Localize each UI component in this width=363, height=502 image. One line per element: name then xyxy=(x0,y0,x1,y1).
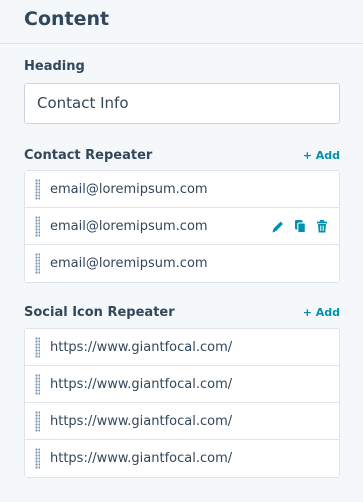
list-item-text: https://www.giantfocal.com/ xyxy=(50,451,233,466)
list-item-text: email@loremipsum.com xyxy=(50,182,208,197)
list-item[interactable]: https://www.giantfocal.com/ xyxy=(25,440,339,477)
list-item[interactable]: email@loremipsum.com xyxy=(25,245,339,282)
list-item[interactable]: https://www.giantfocal.com/ xyxy=(25,329,339,366)
list-item[interactable]: https://www.giantfocal.com/ xyxy=(25,366,339,403)
list-item-text: https://www.giantfocal.com/ xyxy=(50,414,233,429)
contact-repeater-list: email@loremipsum.com email@loremipsum.co… xyxy=(24,170,340,283)
social-repeater-list: https://www.giantfocal.com/ https://www.… xyxy=(24,328,340,478)
list-item-text: email@loremipsum.com xyxy=(50,256,208,271)
contact-repeater-label: Contact Repeater xyxy=(24,148,153,163)
social-repeater-label: Social Icon Repeater xyxy=(24,305,175,320)
pencil-icon[interactable] xyxy=(271,219,285,234)
list-item[interactable]: email@loremipsum.com xyxy=(25,208,339,245)
panel-header: Content xyxy=(0,0,363,44)
list-item-text: https://www.giantfocal.com/ xyxy=(50,377,233,392)
drag-handle-icon[interactable] xyxy=(35,179,40,200)
heading-input[interactable]: Contact Info xyxy=(24,83,340,124)
trash-icon[interactable] xyxy=(315,219,329,234)
drag-handle-icon[interactable] xyxy=(35,411,40,432)
heading-label: Heading xyxy=(24,59,85,74)
copy-icon[interactable] xyxy=(293,219,307,234)
panel-title: Content xyxy=(24,8,110,30)
row-actions xyxy=(271,219,329,234)
list-item-text: email@loremipsum.com xyxy=(50,219,208,234)
list-item[interactable]: https://www.giantfocal.com/ xyxy=(25,403,339,440)
list-item-text: https://www.giantfocal.com/ xyxy=(50,340,233,355)
drag-handle-icon[interactable] xyxy=(35,448,40,469)
contact-add-button[interactable]: + Add xyxy=(303,149,340,162)
drag-handle-icon[interactable] xyxy=(35,216,40,237)
list-item[interactable]: email@loremipsum.com xyxy=(25,171,339,208)
drag-handle-icon[interactable] xyxy=(35,253,40,274)
social-add-button[interactable]: + Add xyxy=(303,306,340,319)
drag-handle-icon[interactable] xyxy=(35,337,40,358)
drag-handle-icon[interactable] xyxy=(35,374,40,395)
